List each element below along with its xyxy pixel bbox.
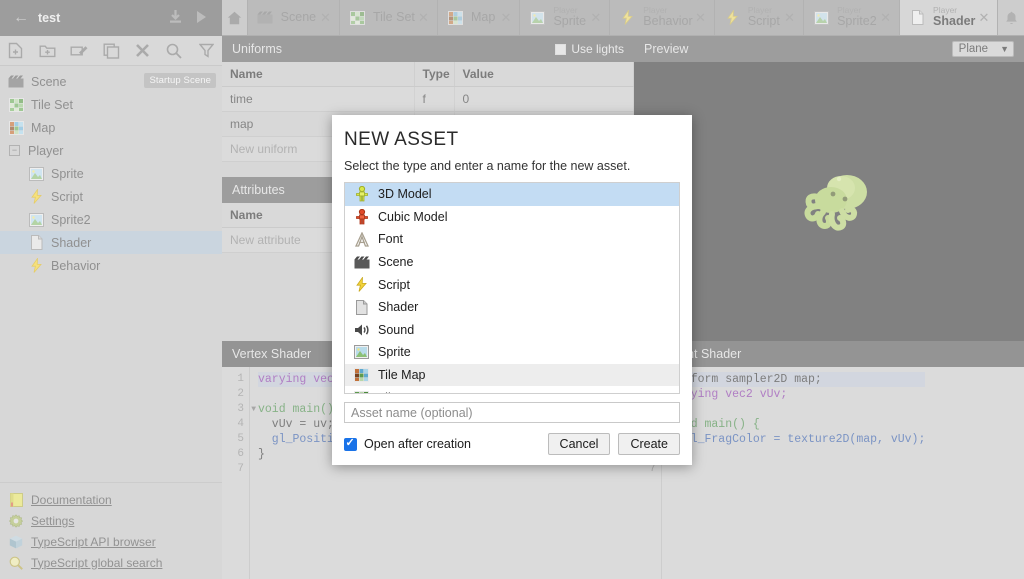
app-root: ← test Scene Startup Scene Tile Set Map … <box>0 0 1024 579</box>
asset-type-label: Sprite <box>378 345 411 360</box>
asset-type-shader[interactable]: Shader <box>345 296 679 319</box>
asset-type-list[interactable]: 3D Model Cubic Model Font Scene Script S… <box>344 182 680 394</box>
model3d-icon <box>353 186 370 203</box>
asset-type-sound[interactable]: Sound <box>345 319 679 342</box>
tilemap-icon <box>353 367 370 384</box>
asset-type-sprite[interactable]: Sprite <box>345 341 679 364</box>
asset-type-label: Shader <box>378 300 419 315</box>
asset-type-tile-map[interactable]: Tile Map <box>345 363 679 387</box>
asset-type-label: Tile Map <box>378 368 426 383</box>
asset-name-input[interactable]: Asset name (optional) <box>344 402 680 423</box>
asset-type-label: Scene <box>378 255 414 270</box>
script-icon <box>353 276 370 293</box>
asset-name-placeholder: Asset name (optional) <box>351 405 473 420</box>
asset-type-label: Font <box>378 232 404 247</box>
sound-icon <box>353 321 370 338</box>
cancel-button[interactable]: Cancel <box>547 433 611 455</box>
dialog-title: NEW ASSET <box>344 129 459 150</box>
asset-type-font[interactable]: Font <box>345 228 679 251</box>
tileset-icon <box>353 389 370 393</box>
asset-type-label: Tile Set <box>378 391 420 393</box>
open-after-creation-label: Open after creation <box>364 437 472 451</box>
asset-type-scene[interactable]: Scene <box>345 251 679 274</box>
new-asset-dialog: NEW ASSET Select the type and enter a na… <box>332 115 692 465</box>
shader-icon <box>353 299 370 316</box>
open-after-creation-checkbox[interactable]: Open after creation <box>344 436 472 451</box>
dialog-footer: Open after creation Cancel Create <box>344 433 680 455</box>
asset-type-label: Script <box>378 277 410 292</box>
asset-type-script[interactable]: Script <box>345 273 679 296</box>
asset-type-3d-model[interactable]: 3D Model <box>345 183 679 206</box>
create-button[interactable]: Create <box>618 433 680 455</box>
asset-type-label: Cubic Model <box>378 209 448 224</box>
cubicmodel-icon <box>353 208 370 225</box>
checkbox-checked-icon <box>344 436 357 451</box>
font-icon <box>353 231 370 248</box>
asset-type-label: Sound <box>378 322 415 337</box>
asset-type-tile-set[interactable]: Tile Set <box>345 386 679 393</box>
scene-icon <box>353 254 370 271</box>
sprite-icon <box>353 344 370 361</box>
asset-type-cubic-model[interactable]: Cubic Model <box>345 206 679 229</box>
dialog-subtitle: Select the type and enter a name for the… <box>344 159 631 173</box>
asset-type-label: 3D Model <box>378 187 432 202</box>
